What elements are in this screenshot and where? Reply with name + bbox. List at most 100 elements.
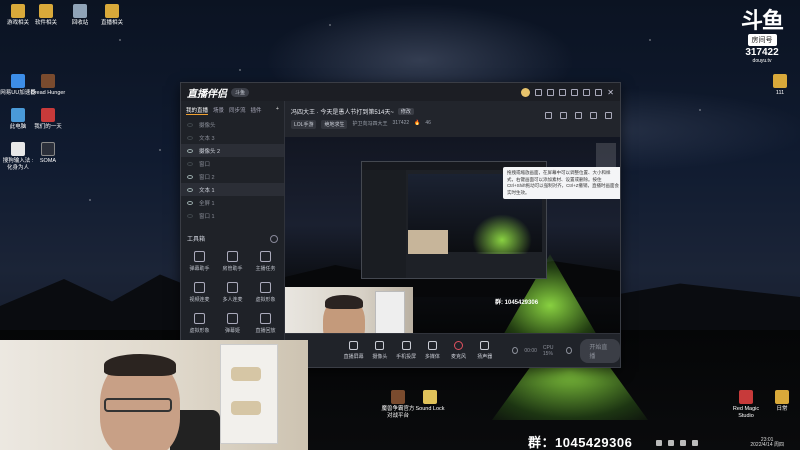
scene-panel: 我的直播 场景 同步流 插件 + 摄像头 文本 3 摄像头 2 窗口 窗口 2 … bbox=[181, 101, 285, 367]
eye-icon[interactable] bbox=[187, 213, 193, 218]
add-screen-button[interactable]: 直播屏幕 bbox=[341, 341, 366, 360]
add-media-button[interactable]: 多媒体 bbox=[420, 341, 445, 360]
tool-avatar-2[interactable]: 虚拟形象 bbox=[183, 313, 216, 334]
record-icon[interactable] bbox=[512, 347, 519, 354]
message-icon[interactable] bbox=[559, 88, 567, 96]
edit-title-button[interactable]: 修改 bbox=[397, 108, 414, 115]
stream-assistant-window[interactable]: 直播伴侣 斗鱼 ✕ 我的直播 场景 同步流 插件 + 摄像头 文本 3 摄像头 … bbox=[180, 82, 621, 368]
speaker-button[interactable]: 扬声器 bbox=[472, 341, 497, 360]
scene-item[interactable]: 摄像头 bbox=[181, 118, 284, 131]
desktop-icon-dread-hunger[interactable]: Dread Hunger bbox=[30, 74, 66, 97]
tool-danmu-ji[interactable]: 弹幕姬 bbox=[216, 313, 249, 334]
tab-sync[interactable]: 同步流 bbox=[229, 106, 246, 115]
eye-icon[interactable] bbox=[187, 200, 193, 205]
stream-preview[interactable]: 拖拽或缩放画面，在屏幕中可以调整位置、大小和样式，右键画面可以添加素材、设置或删… bbox=[285, 137, 620, 333]
game-icon bbox=[41, 142, 55, 156]
tab-my-stream[interactable]: 我的直播 bbox=[186, 106, 209, 115]
scene-item[interactable]: 文本 3 bbox=[181, 131, 284, 144]
window-titlebar[interactable]: 直播伴侣 斗鱼 ✕ bbox=[181, 83, 620, 101]
douyu-logo: 斗鱼 bbox=[740, 8, 784, 33]
room-number: 317422 bbox=[392, 120, 410, 126]
eye-icon[interactable] bbox=[187, 174, 193, 179]
category-pill[interactable]: 绝地求生 bbox=[321, 120, 348, 129]
eye-icon[interactable] bbox=[187, 122, 193, 127]
tool-tasks[interactable]: 主播任务 bbox=[249, 251, 282, 272]
scene-item[interactable]: 文本 1 bbox=[181, 183, 284, 196]
minimize-icon[interactable] bbox=[583, 88, 591, 96]
video-link-icon bbox=[194, 282, 205, 293]
desktop-icon-software[interactable]: 软件相关 bbox=[28, 4, 64, 27]
task-list-icon[interactable] bbox=[560, 112, 567, 119]
tool-room-admin[interactable]: 房管助手 bbox=[216, 251, 249, 272]
douyu-url: douyu.tv bbox=[752, 58, 772, 64]
lock-icon[interactable] bbox=[575, 112, 582, 119]
settings-icon[interactable] bbox=[547, 88, 555, 96]
desktop-icon-red-magic[interactable]: Red Magic Studio bbox=[728, 390, 764, 419]
tool-avatar[interactable]: 虚拟形象 bbox=[249, 282, 282, 303]
tray-arrow-icon[interactable] bbox=[656, 440, 662, 446]
tool-danmu[interactable]: 弹幕助手 bbox=[183, 251, 216, 272]
desktop-icon-111[interactable]: 111 bbox=[762, 74, 798, 97]
scene-item[interactable]: 全屏 1 bbox=[181, 196, 284, 209]
main-area: 冯四大王 · 今天是愚人节打到第514天~ 修改 LOL手游 绝地求生 护卫向冯… bbox=[285, 101, 620, 367]
gear-icon[interactable] bbox=[566, 347, 573, 354]
toolbox-header: 工具箱 bbox=[181, 228, 284, 247]
cpu-usage: CPU 15% bbox=[542, 344, 554, 357]
start-stream-button[interactable]: 开始直播 bbox=[580, 338, 620, 363]
danmu-icon bbox=[194, 251, 205, 262]
scene-item[interactable]: 窗口 1 bbox=[181, 209, 284, 222]
close-icon[interactable]: ✕ bbox=[607, 88, 614, 96]
avatar[interactable] bbox=[521, 87, 531, 97]
speaker-icon bbox=[480, 341, 490, 350]
tool-multi-link[interactable]: 多人连麦 bbox=[216, 282, 249, 303]
desktop-icon-our-day[interactable]: 我们的一天 bbox=[30, 108, 66, 131]
maximize-icon[interactable] bbox=[595, 88, 603, 96]
glasses bbox=[104, 398, 172, 412]
eye-icon[interactable] bbox=[187, 135, 193, 140]
game-icon bbox=[391, 390, 405, 404]
clock[interactable]: 23:01 2022/4/14 周四 bbox=[750, 437, 784, 449]
tool-replay[interactable]: 直播回放 bbox=[249, 313, 282, 334]
scene-item[interactable]: 摄像头 2 bbox=[181, 144, 284, 157]
tab-plugins[interactable]: 插件 bbox=[251, 106, 262, 115]
desktop-icon-warcraft[interactable]: 魔兽争霸官方对战平台 bbox=[380, 390, 416, 419]
add-phone-button[interactable]: 手机投屏 bbox=[393, 341, 418, 360]
category-pill[interactable]: LOL手游 bbox=[291, 120, 317, 129]
add-camera-button[interactable]: 摄像头 bbox=[367, 341, 392, 360]
volume-icon[interactable] bbox=[680, 440, 686, 446]
skin-icon[interactable] bbox=[535, 88, 543, 96]
brand-tag: 斗鱼 bbox=[231, 87, 250, 97]
avatar-icon bbox=[194, 313, 205, 324]
eye-icon[interactable] bbox=[187, 161, 193, 166]
bell-icon[interactable] bbox=[590, 112, 597, 119]
tool-video-link[interactable]: 视频连麦 bbox=[183, 282, 216, 303]
lock-icon bbox=[423, 390, 437, 404]
network-icon[interactable] bbox=[668, 440, 674, 446]
scene-item[interactable]: 窗口 bbox=[181, 157, 284, 170]
eye-icon[interactable] bbox=[187, 187, 193, 192]
input-method-icon[interactable] bbox=[692, 440, 698, 446]
store-icon[interactable] bbox=[545, 112, 552, 119]
desktop-icon-soma[interactable]: SOMA bbox=[30, 142, 66, 165]
qq-group-overlay: 群：1045429306 bbox=[528, 435, 633, 450]
desktop-icon-sound-lock[interactable]: Sound Lock bbox=[412, 390, 448, 413]
mic-icon bbox=[454, 341, 464, 350]
desktop-icon-stream[interactable]: 直播相关 bbox=[94, 4, 130, 27]
scene-item[interactable]: 窗口 2 bbox=[181, 170, 284, 183]
eye-icon[interactable] bbox=[187, 148, 193, 153]
gear-icon[interactable] bbox=[270, 234, 278, 243]
add-scene-icon[interactable]: + bbox=[276, 106, 279, 115]
tab-scenes[interactable]: 场景 bbox=[213, 106, 224, 115]
desktop-icon-recycle-bin[interactable]: 回收站 bbox=[62, 4, 98, 27]
share-icon[interactable] bbox=[605, 112, 612, 119]
stream-timer: 00:00 bbox=[524, 347, 537, 354]
desktop-icon-daily[interactable]: 日常 bbox=[764, 390, 800, 413]
folder-icon bbox=[105, 4, 119, 18]
preview-webcam-source[interactable] bbox=[285, 287, 413, 333]
douyu-watermark: 斗鱼 房间号 317422 douyu.tv bbox=[732, 8, 792, 65]
computer-icon bbox=[11, 108, 25, 122]
help-tooltip: 拖拽或缩放画面，在屏幕中可以调整位置、大小和样式，右键画面可以添加素材、设置或删… bbox=[503, 167, 620, 200]
menu-icon[interactable] bbox=[571, 88, 579, 96]
folder-icon bbox=[39, 4, 53, 18]
mic-button[interactable]: 麦克风 bbox=[446, 341, 471, 360]
